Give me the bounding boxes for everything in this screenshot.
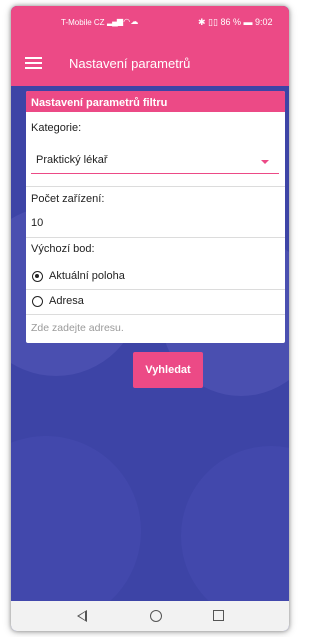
navigation-bar (11, 601, 289, 631)
category-label: Kategorie: (31, 122, 82, 134)
divider (26, 289, 285, 290)
category-select[interactable]: Praktický lékař (26, 142, 285, 182)
search-button[interactable]: Vyhledat (133, 352, 203, 388)
status-right: ✱ ▯▯ 86 % ▬ 9:02 (198, 17, 273, 28)
device-count-input[interactable]: 10 (31, 217, 43, 229)
hamburger-menu-icon[interactable] (25, 57, 42, 69)
address-input[interactable]: Zde zadejte adresu. (31, 322, 124, 334)
filter-panel: Nastavení parametrů filtru Kategorie: Pr… (26, 91, 285, 343)
divider (26, 237, 285, 238)
divider (26, 186, 285, 187)
back-icon[interactable] (77, 610, 87, 622)
battery-icon: ▬ (243, 17, 255, 27)
carrier-name: T-Mobile CZ (61, 18, 105, 27)
home-icon[interactable] (150, 610, 162, 622)
clock: 9:02 (255, 17, 273, 27)
background-circle (181, 446, 289, 626)
bluetooth-vibrate-icon: ✱ ▯▯ (198, 17, 221, 27)
phone-screen: T-Mobile CZ ▂▄▆ ◠ ☁ ✱ ▯▯ 86 % ▬ 9:02 Nas… (11, 6, 289, 631)
battery-level: 86 % (220, 17, 241, 27)
radio-current-location-label[interactable]: Aktuální poloha (49, 270, 125, 282)
caret-down-icon (261, 160, 269, 164)
category-select-value: Praktický lékař (36, 154, 108, 166)
select-underline (31, 173, 279, 174)
divider (26, 314, 285, 315)
radio-current-location[interactable] (32, 271, 43, 282)
category-select-container: Praktický lékař (26, 142, 285, 182)
device-count-label: Počet zařízení: (31, 193, 105, 205)
radio-address[interactable] (32, 296, 43, 307)
app-bar: Nastavení parametrů (11, 40, 289, 86)
radio-address-label[interactable]: Adresa (49, 295, 84, 307)
start-point-label: Výchozí bod: (31, 243, 95, 255)
background-circle (11, 436, 141, 626)
status-bar: T-Mobile CZ ▂▄▆ ◠ ☁ ✱ ▯▯ 86 % ▬ 9:02 (11, 6, 289, 40)
page-title: Nastavení parametrů (69, 56, 191, 71)
recent-apps-icon[interactable] (213, 610, 224, 621)
signal-wifi-icon: ▂▄▆ ◠ ☁ (107, 17, 138, 26)
panel-header: Nastavení parametrů filtru (26, 91, 285, 112)
